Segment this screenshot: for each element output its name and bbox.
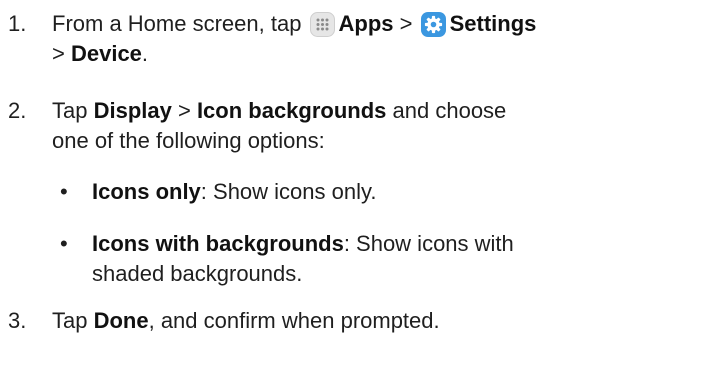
step-number: 2.	[8, 98, 27, 123]
apps-grid-icon	[309, 12, 335, 37]
step-text-end: .	[141, 41, 149, 66]
done-label: Done	[93, 308, 149, 333]
option-description: : Show icons with	[343, 231, 514, 256]
option-item-icons-only: • Icons only: Show icons only.	[52, 177, 703, 207]
settings-gear-icon	[420, 12, 446, 37]
device-label: Device	[70, 41, 142, 66]
icon-backgrounds-label: Icon backgrounds	[196, 98, 387, 123]
apps-label: Apps	[338, 11, 394, 36]
step-1: 1. From a Home screen, tap Apps > Settin…	[0, 9, 703, 69]
step-2: 2. Tap Display > Icon backgrounds and ch…	[0, 96, 703, 156]
step-text: Tap	[52, 308, 94, 333]
options-list: • Icons only: Show icons only. • Icons w…	[0, 177, 703, 289]
step-text: and choose	[386, 98, 507, 123]
option-description: : Show icons only.	[200, 179, 377, 204]
instructions-document: 1. From a Home screen, tap Apps > Settin…	[0, 0, 703, 336]
step-text: one of the following options:	[52, 128, 325, 153]
step-number: 1.	[8, 11, 27, 36]
step-3: 3. Tap Done, and confirm when prompted.	[0, 306, 703, 336]
step-text: Tap	[52, 98, 94, 123]
step-text: From a Home screen, tap	[52, 11, 308, 36]
option-description: shaded backgrounds.	[92, 261, 303, 286]
separator: >	[52, 41, 71, 66]
step-number: 3.	[8, 308, 27, 333]
step-text: , and confirm when prompted.	[148, 308, 440, 333]
separator: >	[393, 11, 419, 36]
option-label: Icons with backgrounds	[92, 231, 344, 256]
separator: >	[171, 98, 197, 123]
settings-label: Settings	[449, 11, 537, 36]
bullet-dot: •	[60, 231, 68, 256]
option-label: Icons only	[92, 179, 201, 204]
display-label: Display	[93, 98, 172, 123]
bullet-dot: •	[60, 179, 68, 204]
option-item-icons-with-backgrounds: • Icons with backgrounds: Show icons wit…	[52, 229, 703, 289]
